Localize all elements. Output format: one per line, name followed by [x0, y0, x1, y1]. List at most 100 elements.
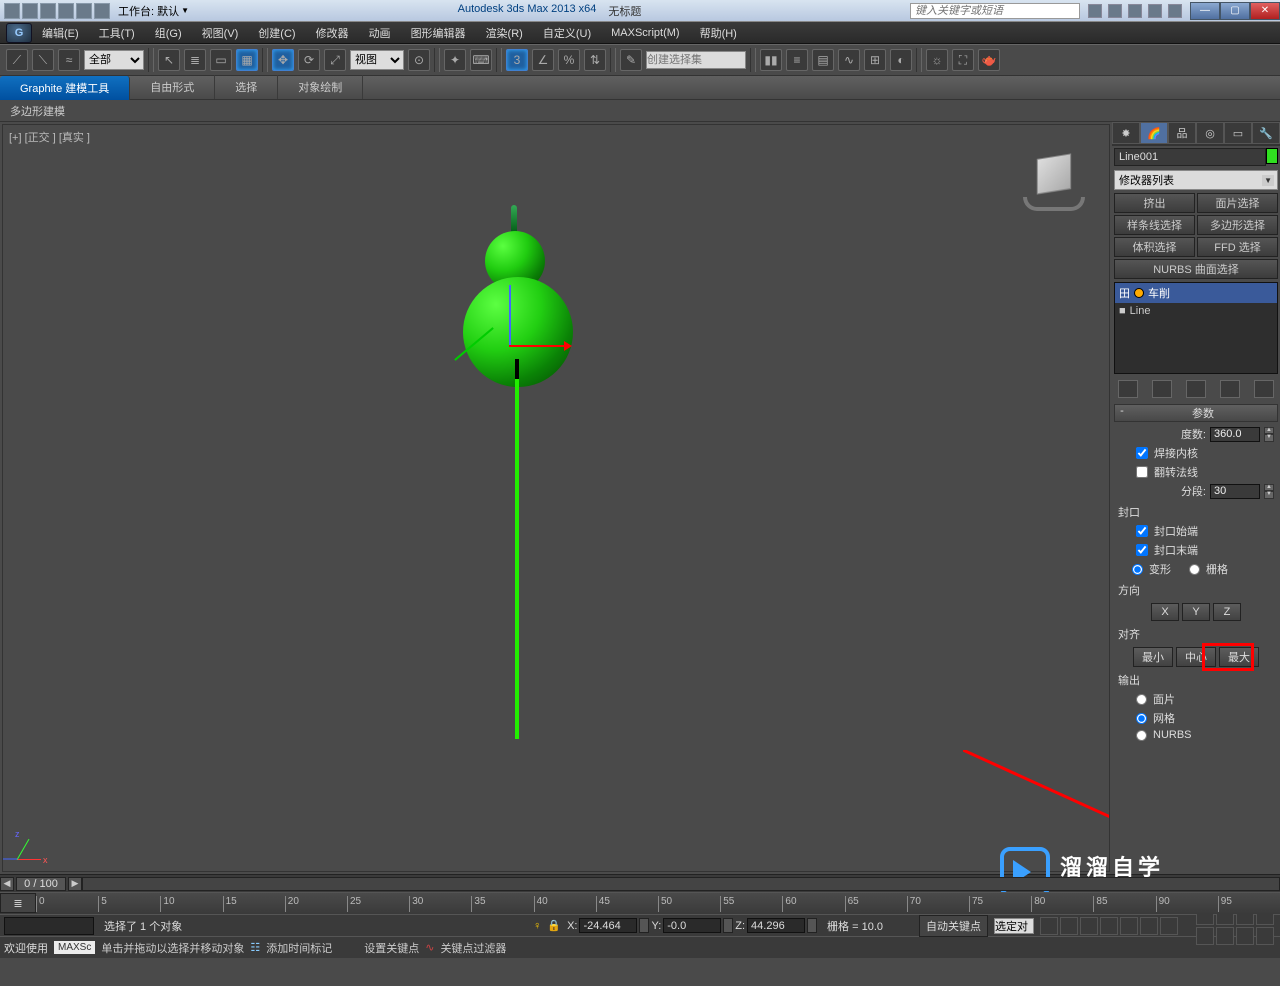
time-slider-left[interactable]: ◀ — [0, 877, 14, 891]
trackbar-toggle-icon[interactable]: ≣ — [0, 893, 36, 913]
new-icon[interactable] — [4, 3, 20, 19]
output-mesh-radio[interactable] — [1136, 713, 1147, 724]
degrees-spinner[interactable]: ▲▼ — [1264, 427, 1274, 442]
pin-stack-icon[interactable] — [1118, 380, 1138, 398]
binoculars-icon[interactable] — [1088, 4, 1102, 18]
close-button[interactable]: ✕ — [1250, 2, 1280, 20]
coord-y-input[interactable] — [663, 918, 721, 933]
key-icon[interactable] — [1108, 4, 1122, 18]
prev-frame-icon[interactable] — [1060, 917, 1078, 935]
scene-object-gourd[interactable] — [463, 205, 573, 387]
pivot-icon[interactable]: ⊙ — [408, 49, 430, 71]
object-name-input[interactable] — [1114, 148, 1266, 166]
render-icon[interactable]: 🫖 — [978, 49, 1000, 71]
render-setup-icon[interactable]: ☼ — [926, 49, 948, 71]
lightbulb-icon[interactable] — [1134, 288, 1144, 298]
layers-icon[interactable]: ▤ — [812, 49, 834, 71]
btn-poly-select[interactable]: 多边形选择 — [1197, 215, 1278, 235]
select-object-icon[interactable]: ↖ — [158, 49, 180, 71]
ribbon-panel-label[interactable]: 多边形建模 — [10, 103, 65, 119]
tab-modify-icon[interactable]: 🌈 — [1140, 122, 1168, 144]
fov-icon[interactable] — [1196, 927, 1214, 945]
autokey-button[interactable]: 自动关键点 — [919, 915, 988, 937]
modifier-item-lathe[interactable]: 田 车削 — [1115, 283, 1277, 303]
modifier-stack[interactable]: 田 车削 ■ Line — [1114, 282, 1278, 374]
save-icon[interactable] — [40, 3, 56, 19]
bind-spacewarp-icon[interactable]: ≈ — [58, 49, 80, 71]
ribbon-tab-freeform[interactable]: 自由形式 — [130, 75, 215, 99]
viewport[interactable]: [+] [正交 ] [真实 ] x z — [2, 124, 1110, 872]
menu-create[interactable]: 创建(C) — [248, 22, 305, 44]
select-link-icon[interactable]: ⟋ — [6, 49, 28, 71]
help-icon[interactable] — [1168, 4, 1182, 18]
edit-named-sel-icon[interactable]: ✎ — [620, 49, 642, 71]
weld-core-checkbox[interactable] — [1136, 447, 1148, 459]
tab-motion-icon[interactable]: ◎ — [1196, 122, 1224, 144]
minimize-button[interactable]: — — [1190, 2, 1220, 20]
select-region-icon[interactable]: ▭ — [210, 49, 232, 71]
btn-vol-select[interactable]: 体积选择 — [1114, 237, 1195, 257]
btn-ffd-select[interactable]: FFD 选择 — [1197, 237, 1278, 257]
ribbon-tab-selection[interactable]: 选择 — [215, 75, 278, 99]
time-slider-right[interactable]: ▶ — [68, 877, 82, 891]
tab-hierarchy-icon[interactable]: 品 — [1168, 122, 1196, 144]
modifier-list-dropdown[interactable]: 修改器列表 — [1114, 170, 1278, 190]
modifier-item-line[interactable]: ■ Line — [1115, 303, 1277, 319]
tab-utilities-icon[interactable]: 🔧 — [1252, 122, 1280, 144]
move-icon[interactable]: ✥ — [272, 49, 294, 71]
menu-customize[interactable]: 自定义(U) — [533, 22, 601, 44]
menu-maxscript[interactable]: MAXScript(M) — [601, 24, 689, 42]
configure-sets-icon[interactable] — [1254, 380, 1274, 398]
coord-z-input[interactable] — [747, 918, 805, 933]
btn-nurbs-select[interactable]: NURBS 曲面选择 — [1114, 259, 1278, 279]
maximize-button[interactable]: ▢ — [1220, 2, 1250, 20]
manipulate-icon[interactable]: ✦ — [444, 49, 466, 71]
btn-extrude[interactable]: 挤出 — [1114, 193, 1195, 213]
exchange-icon[interactable] — [1148, 4, 1162, 18]
dir-x-button[interactable]: X — [1151, 603, 1179, 621]
coord-x-input[interactable] — [579, 918, 637, 933]
snap-3d-icon[interactable]: 3 — [506, 49, 528, 71]
help-search-input[interactable] — [910, 3, 1080, 19]
undo-icon[interactable] — [58, 3, 74, 19]
make-unique-icon[interactable] — [1186, 380, 1206, 398]
coord-x-spinner[interactable] — [639, 918, 649, 933]
coord-y-spinner[interactable] — [723, 918, 733, 933]
time-slider-track[interactable] — [82, 877, 1280, 891]
flip-normals-checkbox[interactable] — [1136, 466, 1148, 478]
window-crossing-icon[interactable]: ▦ — [236, 49, 258, 71]
angle-snap-icon[interactable]: ∠ — [532, 49, 554, 71]
maximize-viewport-icon[interactable] — [1236, 927, 1254, 945]
open-icon[interactable] — [22, 3, 38, 19]
cap-morph-radio[interactable] — [1132, 564, 1143, 575]
tab-display-icon[interactable]: ▭ — [1224, 122, 1252, 144]
menu-render[interactable]: 渲染(R) — [476, 22, 533, 44]
time-config-icon[interactable] — [1160, 917, 1178, 935]
setkey-button[interactable]: 设置关键点 — [364, 940, 419, 956]
rollup-parameters-header[interactable]: -参数 — [1114, 404, 1278, 422]
menu-help[interactable]: 帮助(H) — [690, 22, 747, 44]
application-button[interactable]: G — [6, 23, 32, 43]
ribbon-tab-objectpaint[interactable]: 对象绘制 — [278, 75, 363, 99]
key-mode-input[interactable] — [994, 918, 1034, 934]
spinner-snap-icon[interactable]: ⇅ — [584, 49, 606, 71]
menu-edit[interactable]: 编辑(E) — [32, 22, 89, 44]
next-frame-icon[interactable] — [1100, 917, 1118, 935]
link-icon[interactable] — [94, 3, 110, 19]
keyboard-shortcut-icon[interactable]: ⌨ — [470, 49, 492, 71]
viewcube[interactable] — [1029, 155, 1079, 205]
ribbon-tab-graphite[interactable]: Graphite 建模工具 — [0, 76, 130, 100]
object-color-swatch[interactable] — [1266, 148, 1278, 164]
menu-view[interactable]: 视图(V) — [192, 22, 249, 44]
zoom-region-icon[interactable] — [1216, 927, 1234, 945]
select-by-name-icon[interactable]: ≣ — [184, 49, 206, 71]
output-patch-radio[interactable] — [1136, 694, 1147, 705]
unlink-icon[interactable]: ⟍ — [32, 49, 54, 71]
material-editor-icon[interactable]: ◐ — [890, 49, 912, 71]
goto-end-icon[interactable] — [1120, 917, 1138, 935]
dir-z-button[interactable]: Z — [1213, 603, 1241, 621]
trackbar-ticks[interactable]: 0510152025303540455055606570758085909510… — [36, 893, 1280, 914]
named-selection-input[interactable] — [646, 51, 746, 69]
btn-spline-select[interactable]: 样条线选择 — [1114, 215, 1195, 235]
remove-modifier-icon[interactable] — [1220, 380, 1240, 398]
